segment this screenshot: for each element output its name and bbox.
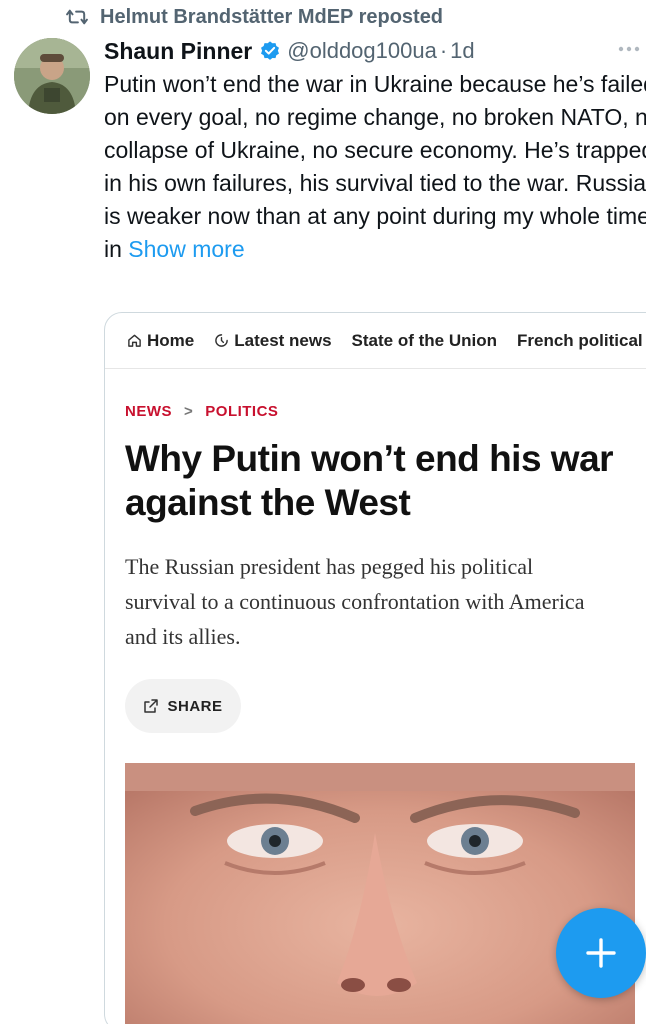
nav-item-label: Latest news: [234, 330, 332, 350]
nav-item-label: State of the Union: [351, 330, 497, 350]
breadcrumb-politics[interactable]: POLITICS: [205, 403, 278, 420]
clock-icon: [215, 334, 229, 347]
article-headline[interactable]: Why Putin won’t end his war against the …: [125, 437, 625, 525]
author-handle[interactable]: @olddog100ua: [287, 38, 437, 64]
separator-dot: ·: [439, 38, 448, 63]
nav-item-label: French political: [517, 330, 643, 350]
breadcrumb-news[interactable]: NEWS: [125, 403, 172, 420]
share-button[interactable]: SHARE: [125, 679, 241, 733]
article-photo[interactable]: [125, 763, 635, 1024]
share-label: SHARE: [167, 697, 223, 715]
nav-item-state-of-the-union[interactable]: State of the Union: [352, 331, 497, 351]
breadcrumb-separator: >: [184, 403, 194, 420]
repost-indicator[interactable]: Helmut Brandstätter MdEP reposted: [66, 4, 443, 30]
timestamp[interactable]: 1d: [450, 38, 474, 64]
breadcrumb: NEWS > POLITICS: [125, 403, 278, 420]
nav-item-latest-news[interactable]: Latest news: [214, 330, 332, 351]
article-subhead: The Russian president has pegged his pol…: [125, 554, 585, 649]
share-icon: [144, 699, 159, 713]
more-options-icon[interactable]: [618, 46, 640, 52]
compose-button[interactable]: [556, 908, 646, 998]
article-card[interactable]: Home Latest news State of the Union Fren…: [104, 312, 646, 1024]
repost-text: Helmut Brandstätter MdEP reposted: [100, 5, 444, 28]
show-more-link[interactable]: Show more: [128, 236, 244, 262]
article-site-nav: Home Latest news State of the Union Fren…: [105, 313, 646, 369]
repost-icon: [66, 9, 88, 25]
tweet-body: Putin won’t end the war in Ukraine becau…: [104, 71, 646, 262]
avatar[interactable]: [14, 38, 90, 114]
author-name[interactable]: Shaun Pinner: [104, 38, 252, 65]
nav-item-label: Home: [147, 330, 195, 350]
tweet-text: Putin won’t end the war in Ukraine becau…: [104, 68, 646, 266]
verified-badge-icon: [261, 41, 280, 60]
home-icon: [128, 334, 141, 347]
nav-item-french-political[interactable]: French political: [517, 331, 643, 351]
tweet-header: Shaun Pinner @olddog100ua · 1d: [104, 34, 646, 68]
nav-item-home[interactable]: Home: [127, 331, 194, 351]
plus-icon: [586, 938, 616, 968]
